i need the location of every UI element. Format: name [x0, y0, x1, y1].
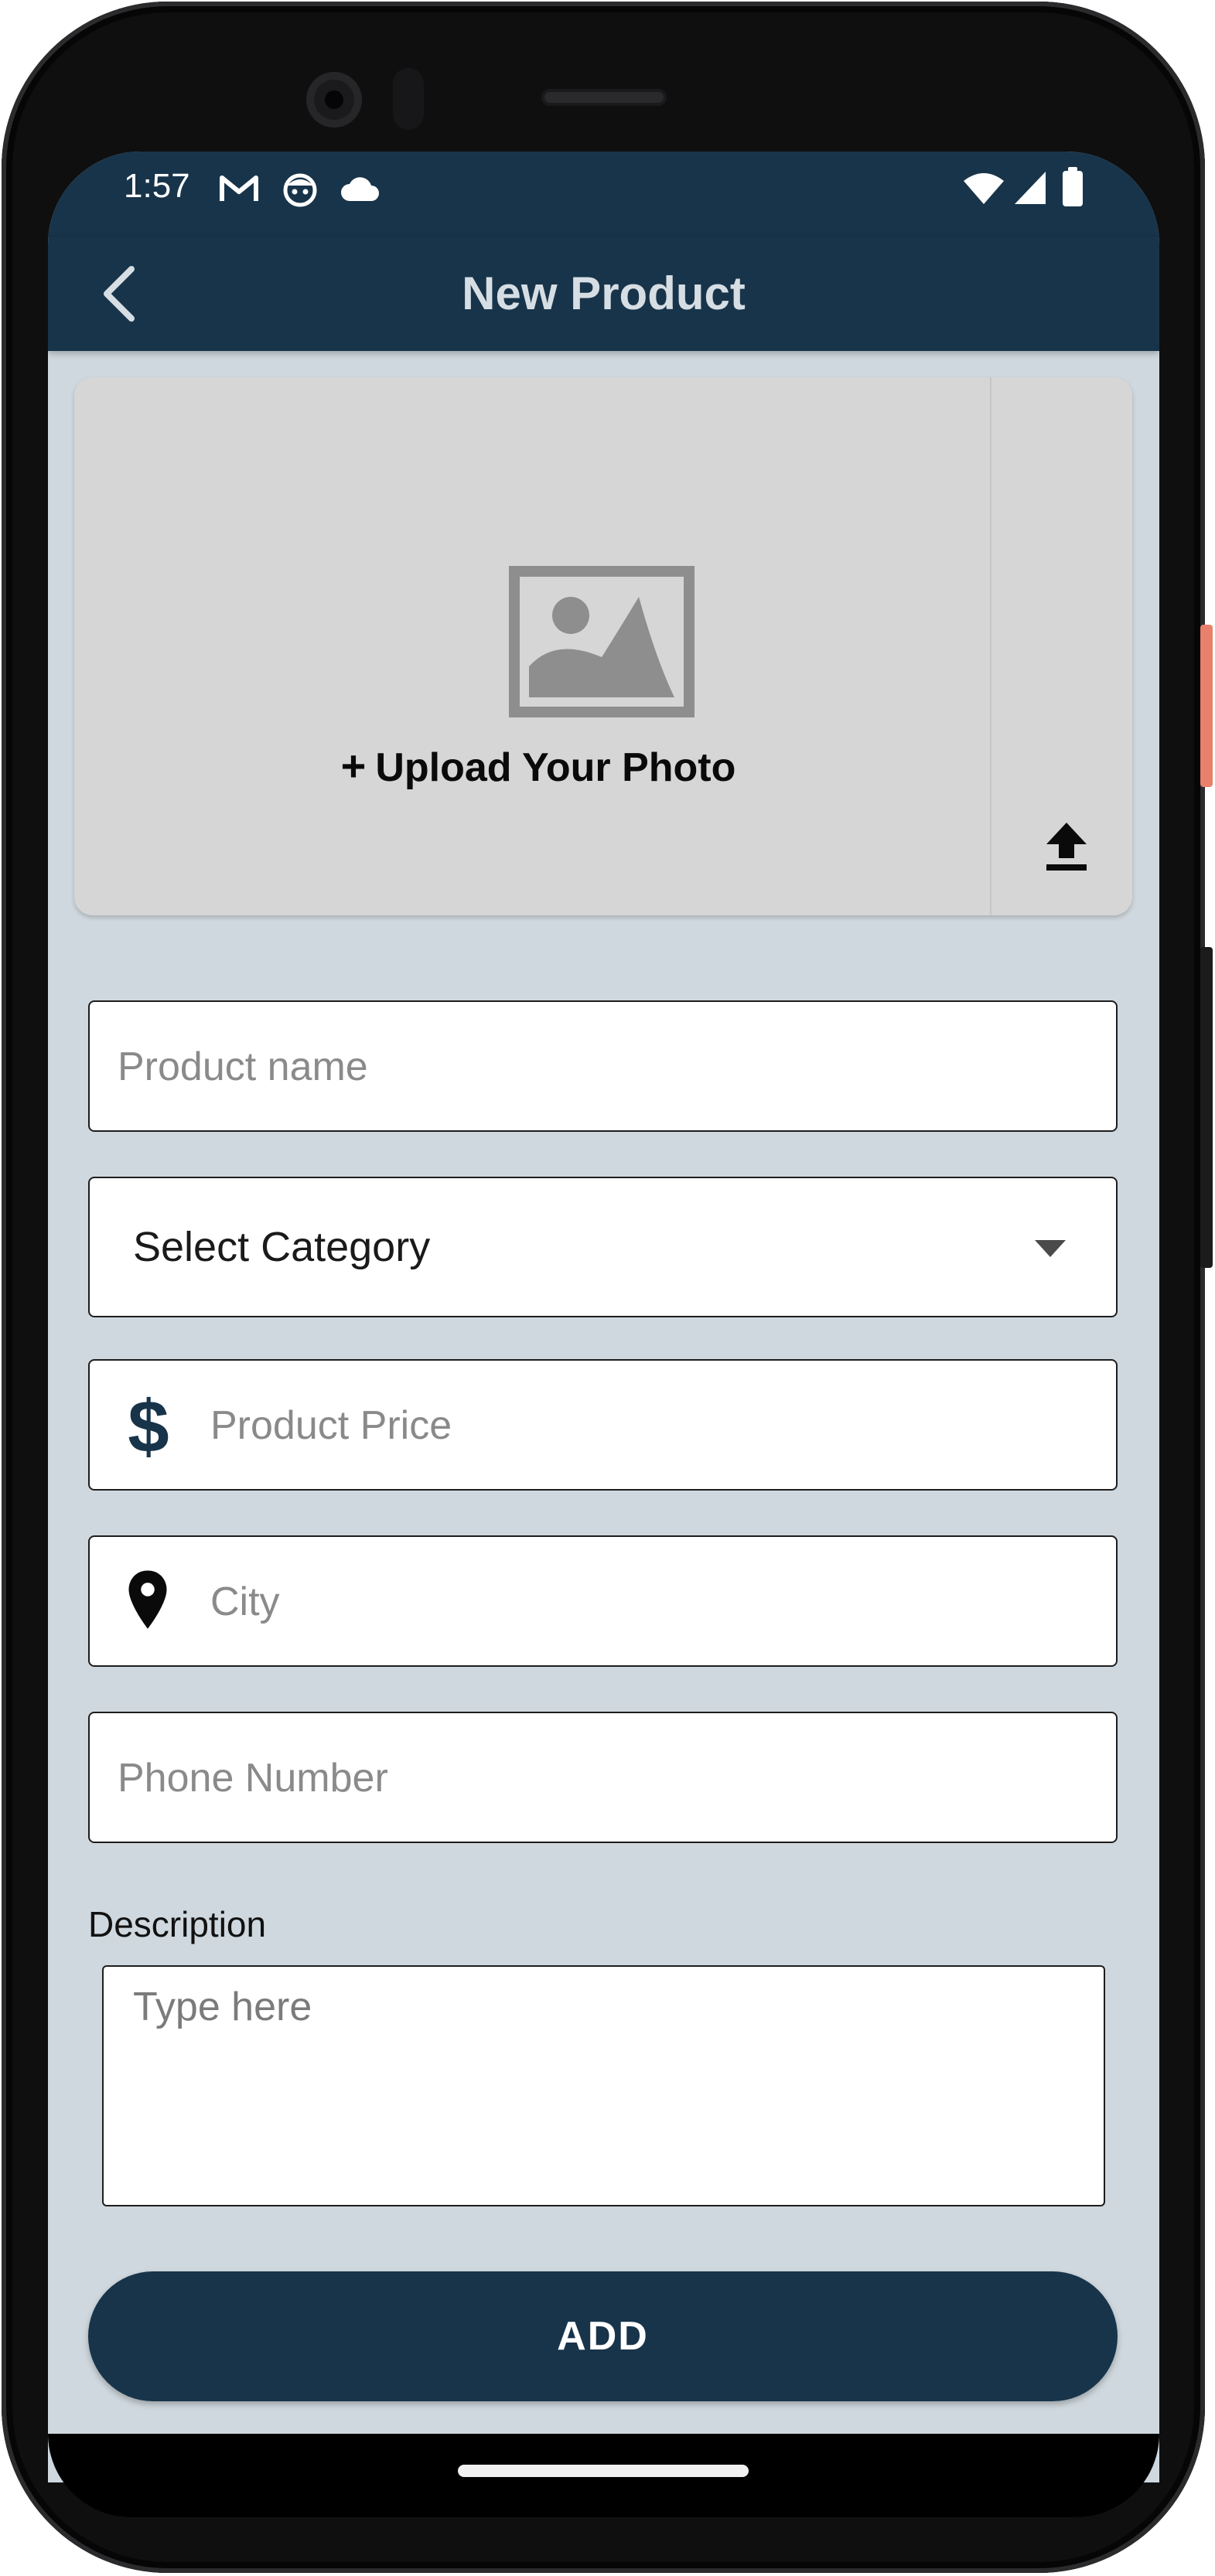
category-select[interactable]: Select Category [88, 1177, 1118, 1317]
upload-divider [990, 377, 991, 915]
photo-upload-area[interactable]: + Upload Your Photo [74, 377, 1132, 915]
chevron-left-icon [104, 266, 135, 322]
gmail-icon [220, 175, 258, 201]
cell-signal-icon [1015, 172, 1046, 204]
wifi-icon [964, 173, 1004, 204]
phone-number-input[interactable] [116, 1713, 1094, 1843]
dollar-icon: $ [128, 1389, 169, 1463]
cloud-icon [341, 177, 379, 201]
add-button[interactable]: ADD [88, 2271, 1118, 2401]
dropdown-arrow-icon [1035, 1240, 1066, 1257]
volume-rocker [1200, 947, 1213, 1268]
battery-icon [1063, 167, 1083, 206]
back-button[interactable] [79, 254, 159, 334]
city-field[interactable] [88, 1535, 1118, 1667]
description-textarea[interactable] [104, 1967, 1104, 2205]
product-name-input[interactable] [116, 1002, 1094, 1132]
earpiece-speaker [541, 89, 667, 106]
bot-face-icon [283, 173, 317, 207]
page-title: New Product [462, 267, 746, 319]
product-name-field[interactable] [88, 1000, 1118, 1132]
upload-text: Upload Your Photo [375, 745, 736, 790]
product-price-input[interactable] [209, 1361, 1094, 1491]
status-bar: 1:57 [48, 152, 1159, 237]
upload-arrow-icon[interactable] [1045, 821, 1088, 872]
city-input[interactable] [209, 1537, 1094, 1667]
upload-label: + Upload Your Photo [80, 741, 996, 791]
navigation-bar [48, 2434, 1159, 2517]
category-selected-value: Select Category [133, 1224, 431, 1270]
power-button [1200, 625, 1213, 787]
location-pin-icon [128, 1570, 167, 1629]
description-field[interactable] [102, 1965, 1105, 2206]
app-bar: New Product [48, 237, 1159, 351]
screen: 1:57 New Product + Upload Your Photo Pro… [48, 152, 1159, 2482]
front-camera [306, 72, 362, 128]
phone-number-field[interactable] [88, 1712, 1118, 1843]
description-label: Description [88, 1904, 267, 1944]
proximity-sensor [393, 68, 424, 130]
plus-icon: + [340, 741, 367, 790]
image-placeholder-icon [509, 566, 695, 717]
home-gesture-handle[interactable] [458, 2465, 749, 2477]
product-price-field[interactable]: $ [88, 1359, 1118, 1491]
status-time: 1:57 [124, 167, 190, 205]
svg-text:$: $ [128, 1389, 169, 1463]
